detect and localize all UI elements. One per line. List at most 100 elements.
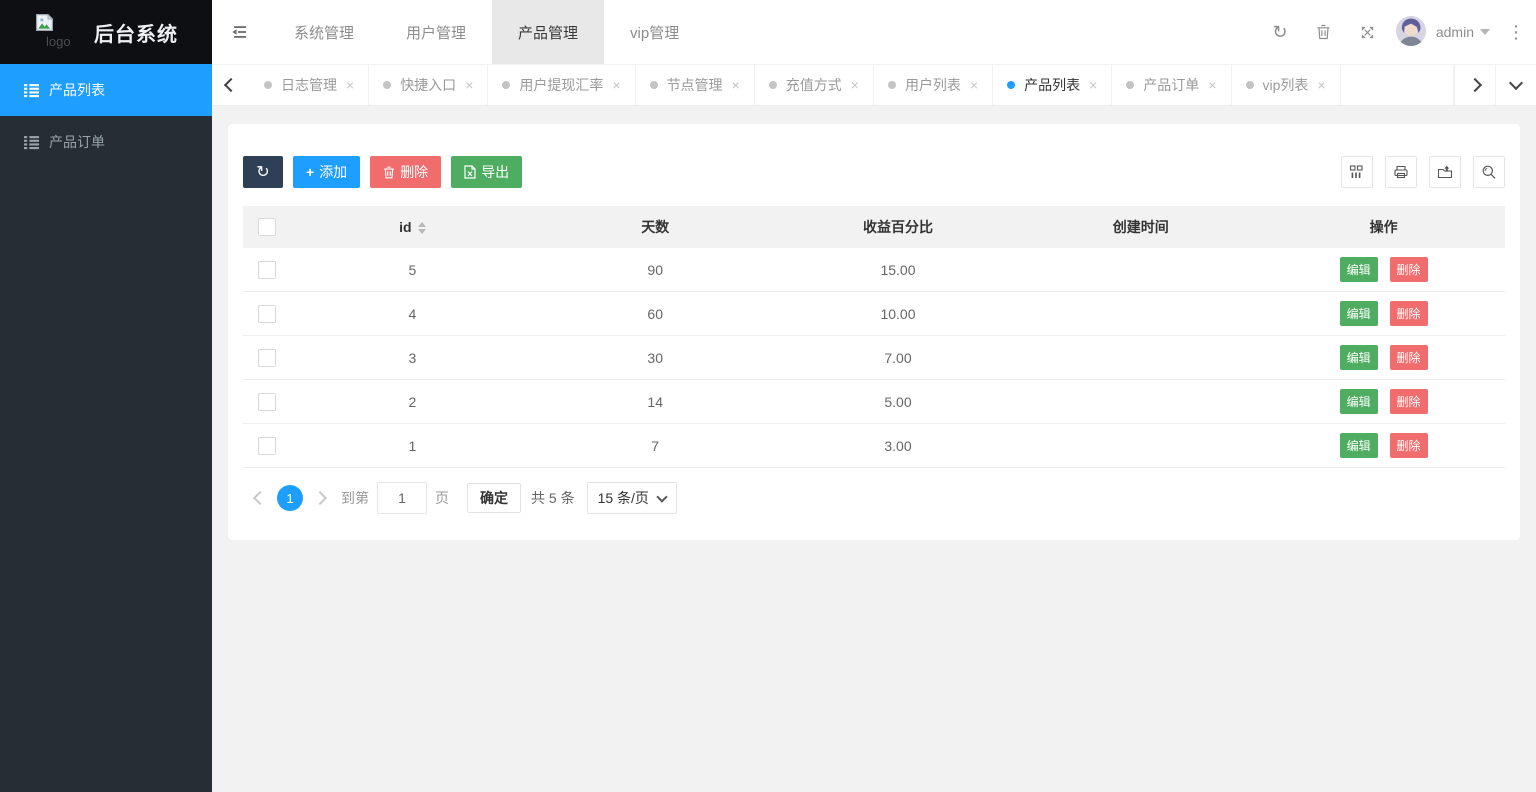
more-menu-button[interactable]: ⋮ (1496, 22, 1536, 43)
row-checkbox[interactable] (258, 261, 276, 279)
sidebar-collapse-button[interactable] (212, 0, 268, 64)
sidebar-item-product-list[interactable]: 产品列表 (0, 64, 212, 116)
tab-item[interactable]: 产品订单 × (1112, 65, 1231, 105)
close-icon[interactable]: × (732, 77, 740, 93)
close-icon[interactable]: × (465, 77, 473, 93)
goto-page-input[interactable] (377, 482, 427, 514)
tab-item[interactable]: 快捷入口 × (369, 65, 488, 105)
sidebar-item-label: 产品列表 (49, 80, 105, 100)
toggle-columns-button[interactable] (1341, 156, 1373, 188)
cell-percent: 3.00 (777, 424, 1020, 468)
fullscreen-button[interactable] (1346, 0, 1390, 64)
delete-row-button[interactable]: 删除 (1390, 345, 1428, 370)
close-icon[interactable]: × (1089, 77, 1097, 93)
sidebar: logo 后台系统 产品列表 产品订单 (0, 0, 212, 792)
header-days: 天数 (534, 206, 777, 248)
chevron-left-icon (253, 491, 267, 505)
cell-days: 14 (534, 380, 777, 424)
close-icon[interactable]: × (970, 77, 978, 93)
close-icon[interactable]: × (346, 77, 354, 93)
chevron-down-icon (1480, 29, 1490, 35)
cell-days: 60 (534, 292, 777, 336)
delete-row-button[interactable]: 删除 (1390, 389, 1428, 414)
table-row: 1 7 3.00 编辑 删除 (243, 424, 1505, 468)
export-button-label: 导出 (481, 162, 509, 182)
header-label: 收益百分比 (863, 219, 933, 235)
select-all-checkbox[interactable] (258, 218, 276, 236)
sidebar-item-product-orders[interactable]: 产品订单 (0, 116, 212, 168)
table-row: 2 14 5.00 编辑 删除 (243, 380, 1505, 424)
page-size-select[interactable]: 15 条/页 (587, 482, 677, 514)
cell-id: 1 (291, 424, 534, 468)
topbar: 系统管理 用户管理 产品管理 vip管理 ↻ (212, 0, 1536, 65)
tab-dot-icon (502, 81, 510, 89)
delete-row-button[interactable]: 删除 (1390, 257, 1428, 282)
nav-item-user[interactable]: 用户管理 (380, 0, 492, 64)
close-icon[interactable]: × (612, 77, 620, 93)
user-menu[interactable]: admin (1396, 16, 1490, 49)
cell-days: 90 (534, 248, 777, 292)
plus-icon: + (306, 164, 314, 180)
tab-dot-icon (769, 81, 777, 89)
file-export-icon (464, 165, 476, 179)
next-page-button[interactable] (307, 485, 333, 511)
nav-item-system[interactable]: 系统管理 (268, 0, 380, 64)
tab-scroll-right-button[interactable] (1454, 65, 1495, 105)
nav-label: vip管理 (630, 22, 679, 43)
tab-label: 用户列表 (905, 75, 961, 95)
delete-button[interactable]: 删除 (370, 156, 441, 188)
tab-item-active[interactable]: 产品列表 × (993, 65, 1112, 105)
row-checkbox[interactable] (258, 437, 276, 455)
header-id[interactable]: id (291, 206, 534, 248)
nav-label: 系统管理 (294, 22, 354, 43)
close-icon[interactable]: × (1317, 77, 1325, 93)
confirm-button[interactable]: 确定 (467, 483, 521, 513)
nav-item-vip[interactable]: vip管理 (604, 0, 705, 64)
edit-button[interactable]: 编辑 (1340, 433, 1378, 458)
table-row: 5 90 15.00 编辑 删除 (243, 248, 1505, 292)
header-label: 天数 (641, 219, 669, 235)
nav-item-product[interactable]: 产品管理 (492, 0, 604, 64)
tab-menu-button[interactable] (1495, 65, 1536, 105)
nav-label: 用户管理 (406, 22, 466, 43)
delete-row-button[interactable]: 删除 (1390, 433, 1428, 458)
export-button[interactable]: 导出 (451, 156, 522, 188)
goto-prefix-label: 到第 (341, 488, 369, 508)
search-button[interactable] (1473, 156, 1505, 188)
refresh-table-button[interactable]: ↻ (243, 156, 283, 188)
edit-button[interactable]: 编辑 (1340, 257, 1378, 282)
app-title: 后台系统 (94, 0, 178, 64)
cell-created (1019, 424, 1262, 468)
cell-percent: 15.00 (777, 248, 1020, 292)
header-label: 操作 (1370, 219, 1398, 235)
edit-button[interactable]: 编辑 (1340, 301, 1378, 326)
tab-item[interactable]: vip列表 × (1232, 65, 1341, 105)
add-button[interactable]: + 添加 (293, 156, 360, 188)
page-number-button[interactable]: 1 (277, 485, 303, 511)
sidebar-item-label: 产品订单 (49, 132, 105, 152)
sort-icon[interactable] (418, 222, 426, 234)
edit-button[interactable]: 编辑 (1340, 389, 1378, 414)
row-checkbox[interactable] (258, 349, 276, 367)
tab-item[interactable]: 日志管理 × (250, 65, 369, 105)
chevron-right-icon (313, 491, 327, 505)
prev-page-button[interactable] (247, 485, 273, 511)
close-icon[interactable]: × (1208, 77, 1216, 93)
tab-item[interactable]: 用户列表 × (874, 65, 993, 105)
add-button-label: 添加 (319, 162, 347, 182)
edit-button[interactable]: 编辑 (1340, 345, 1378, 370)
row-checkbox[interactable] (258, 305, 276, 323)
tab-item[interactable]: 充值方式 × (755, 65, 874, 105)
refresh-button[interactable]: ↻ (1258, 0, 1302, 64)
print-button[interactable] (1385, 156, 1417, 188)
header-percent: 收益百分比 (777, 206, 1020, 248)
close-icon[interactable]: × (851, 77, 859, 93)
export-data-button[interactable] (1429, 156, 1461, 188)
tab-scroll-left-button[interactable] (212, 65, 250, 105)
tab-item[interactable]: 节点管理 × (636, 65, 755, 105)
row-checkbox[interactable] (258, 393, 276, 411)
clear-cache-button[interactable] (1302, 0, 1346, 64)
delete-row-button[interactable]: 删除 (1390, 301, 1428, 326)
tab-item[interactable]: 用户提现汇率 × (488, 65, 635, 105)
trash-icon (1316, 24, 1331, 40)
